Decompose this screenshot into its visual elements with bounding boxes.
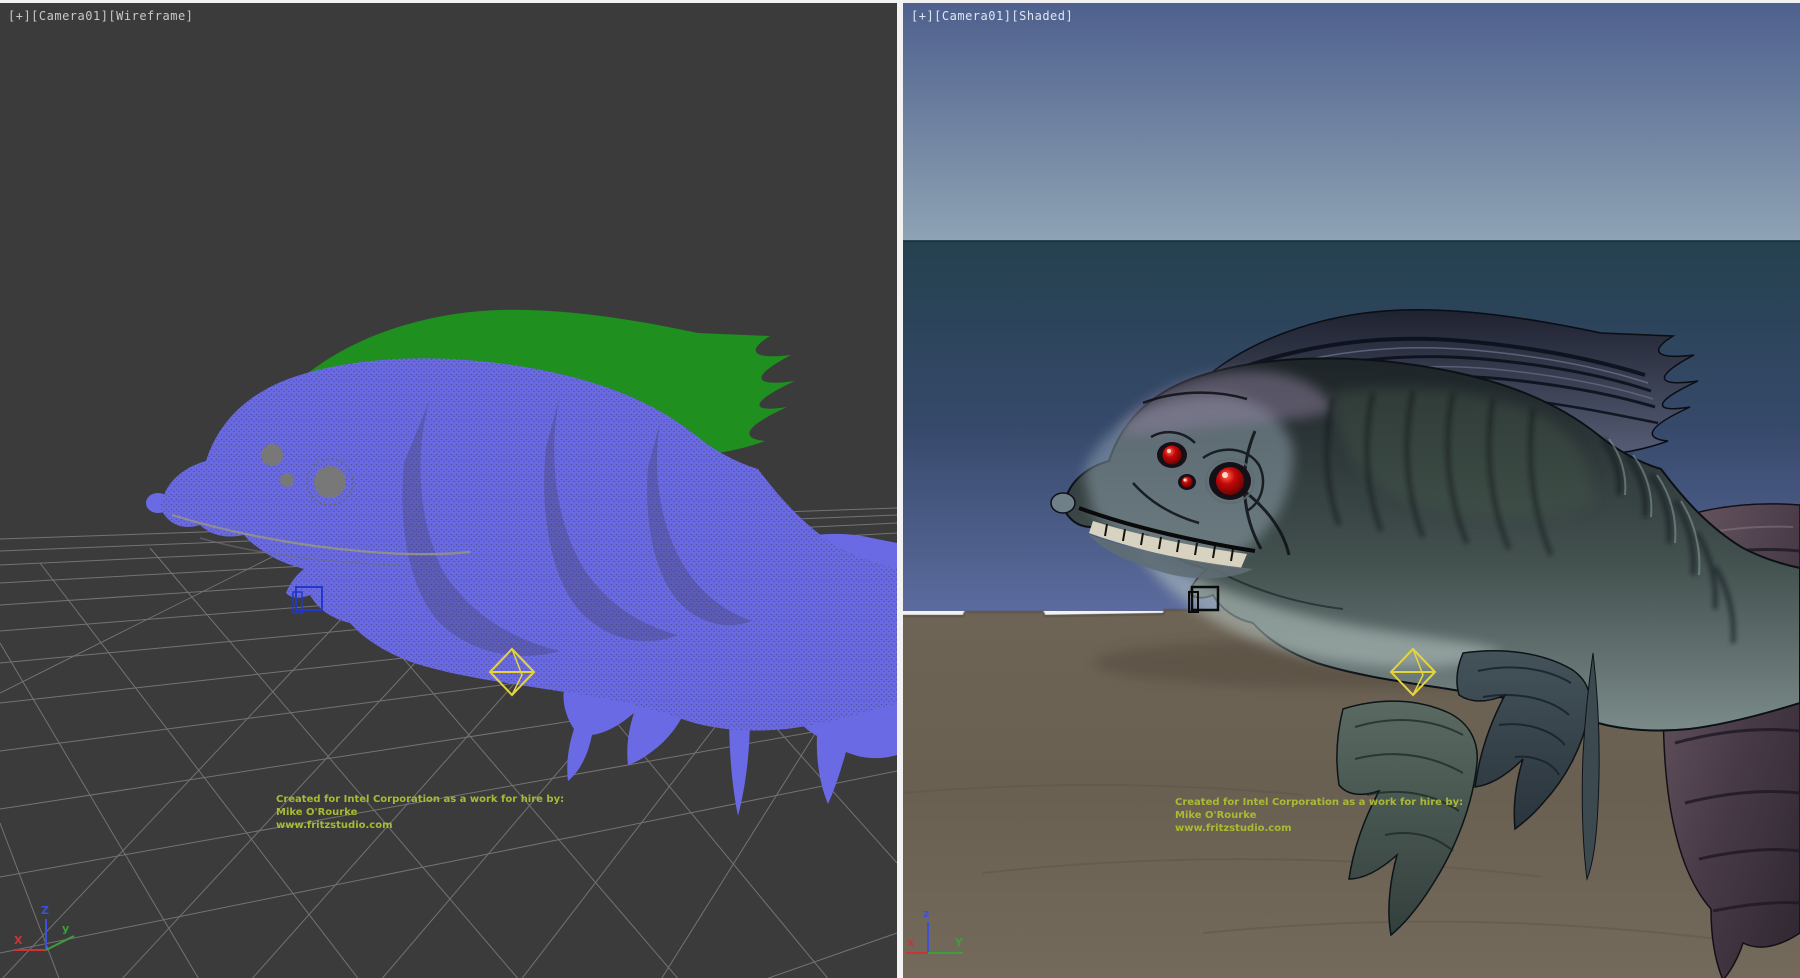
watermark-line2: Mike O'Rourke — [276, 806, 564, 819]
eye-tiny — [280, 473, 294, 487]
axis-x-label: x — [907, 936, 914, 949]
sky — [903, 3, 1800, 241]
snout-nub — [1051, 493, 1075, 513]
watermark-line3: www.fritzstudio.com — [1175, 822, 1463, 835]
viewport-area: X Z y [+][Camera01][Wireframe] Created f… — [0, 0, 1800, 978]
eye-large — [1216, 467, 1244, 495]
viewport-label-shaded[interactable]: [+][Camera01][Shaded] — [911, 9, 1073, 23]
watermark-text: Created for Intel Corporation as a work … — [1175, 796, 1463, 835]
watermark-line1: Created for Intel Corporation as a work … — [276, 793, 564, 806]
axis-x-label: X — [14, 934, 23, 947]
watermark-line2: Mike O'Rourke — [1175, 809, 1463, 822]
axis-y-label: Y — [954, 936, 964, 949]
axis-z-label: z — [923, 907, 929, 920]
viewport-shaded[interactable]: x z Y [+][Camera01][Shaded] Created for … — [903, 3, 1800, 978]
eye-small — [261, 444, 283, 466]
viewport-wireframe[interactable]: X Z y [+][Camera01][Wireframe] Created f… — [0, 3, 897, 978]
watermark-text: Created for Intel Corporation as a work … — [276, 793, 564, 832]
axis-y-label: y — [62, 922, 69, 935]
eye-tiny — [1182, 477, 1193, 488]
watermark-line3: www.fritzstudio.com — [276, 819, 564, 832]
eye-large — [314, 466, 346, 498]
axis-z-label: Z — [41, 904, 49, 917]
eye-small — [1163, 446, 1182, 465]
watermark-line1: Created for Intel Corporation as a work … — [1175, 796, 1463, 809]
viewport-label-wireframe[interactable]: [+][Camera01][Wireframe] — [8, 9, 193, 23]
